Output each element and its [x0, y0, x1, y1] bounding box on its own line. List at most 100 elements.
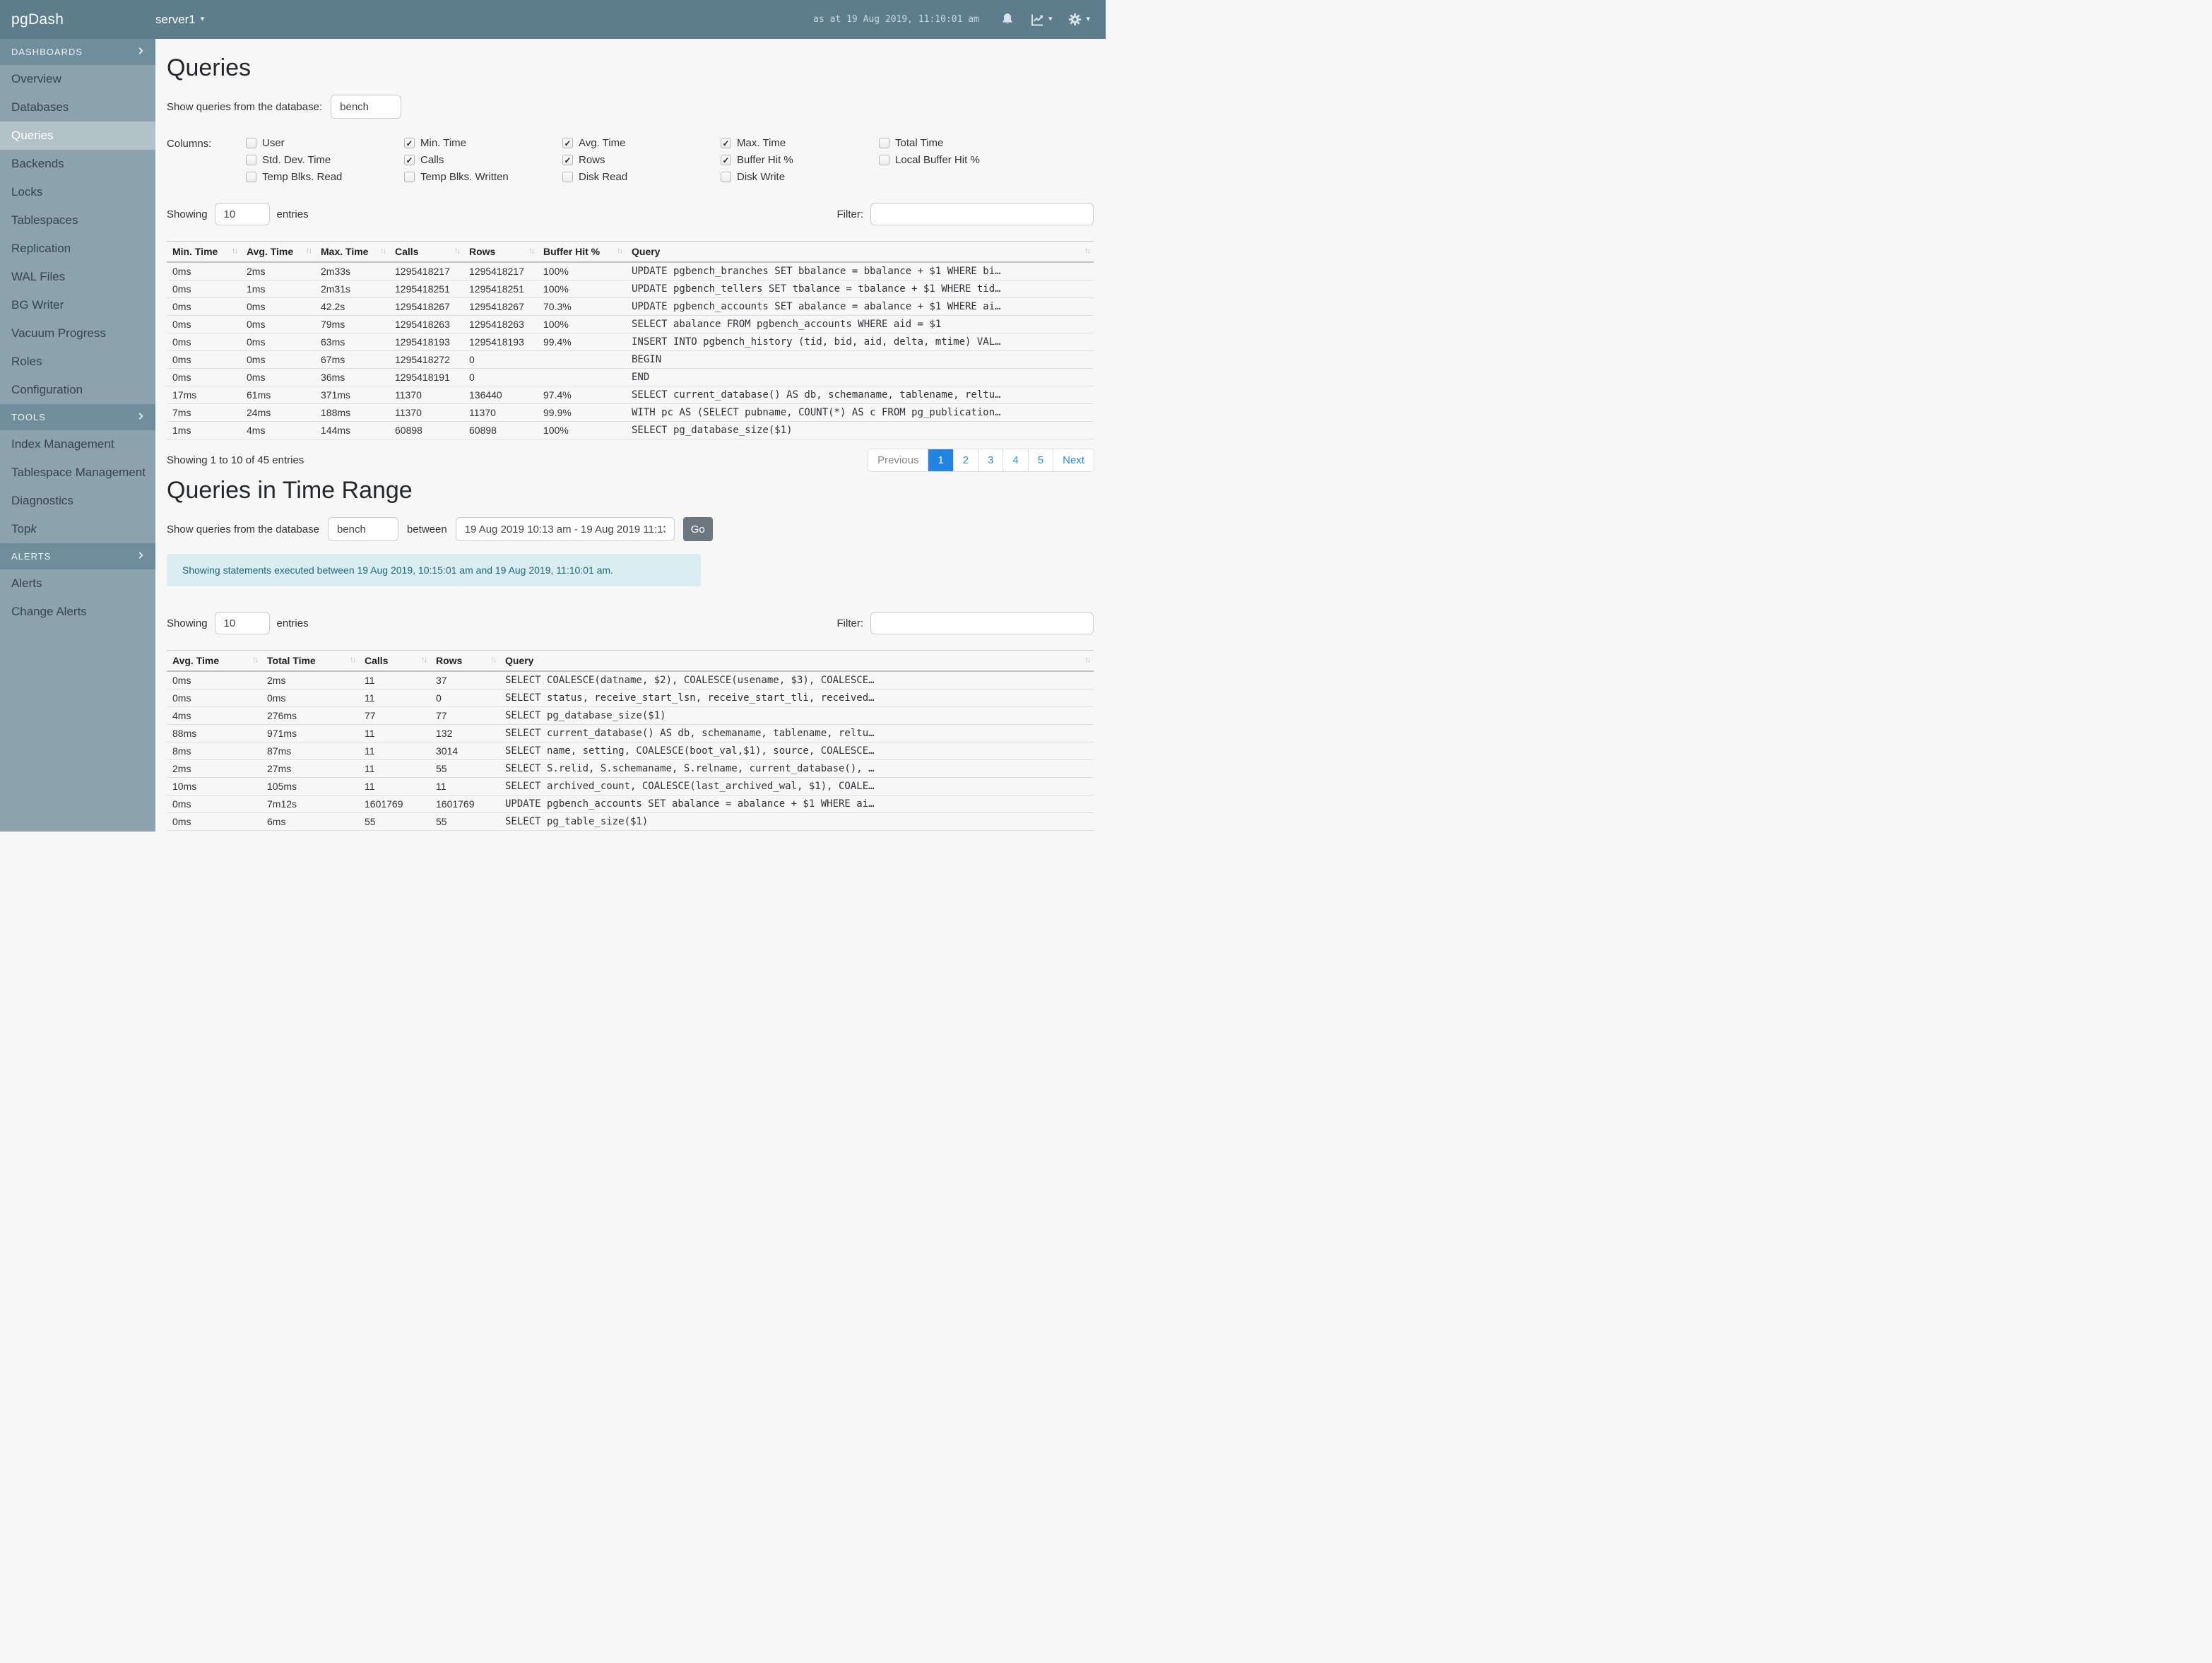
query-link[interactable]: UPDATE pgbench_accounts SET abalance = a…: [626, 297, 1094, 316]
column-header-calls[interactable]: Calls ↑↓: [389, 241, 463, 263]
sidebar-item-index-management[interactable]: Index Management: [0, 430, 155, 458]
checkbox-checked-icon: ✓: [562, 155, 573, 165]
pagination-page-4[interactable]: 4: [1003, 449, 1029, 471]
showing-label: Showing: [167, 617, 208, 629]
column-header-total-time[interactable]: Total Time ↑↓: [261, 650, 359, 672]
sidebar-item-change-alerts[interactable]: Change Alerts: [0, 598, 155, 626]
pagination-page-5[interactable]: 5: [1028, 449, 1054, 471]
query-link[interactable]: BEGIN: [626, 350, 1094, 369]
column-header-rows[interactable]: Rows ↑↓: [463, 241, 538, 263]
settings-menu-button[interactable]: ▾: [1067, 12, 1090, 27]
column-header-avg-time[interactable]: Avg. Time ↑↓: [167, 650, 261, 672]
query-link[interactable]: SELECT current_database() AS db, scheman…: [626, 386, 1094, 404]
go-button[interactable]: Go: [682, 517, 713, 541]
query-link[interactable]: SELECT current_database() AS db, scheman…: [499, 724, 1094, 742]
sidebar-item-alerts[interactable]: Alerts: [0, 569, 155, 598]
pagination-page-1[interactable]: 1: [928, 449, 954, 471]
checkbox-calls[interactable]: ✓ Calls: [404, 154, 562, 166]
sidebar-item-bg-writer[interactable]: BG Writer: [0, 291, 155, 319]
query-link[interactable]: SELECT pg_database_size($1): [626, 421, 1094, 439]
checkbox-temp-blks-read[interactable]: Temp Blks. Read: [246, 171, 404, 183]
buffer-hit-cell: 100%: [538, 262, 626, 280]
filter-input-2[interactable]: [870, 612, 1094, 634]
sidebar-item-diagnostics[interactable]: Diagnostics: [0, 487, 155, 515]
checkbox-max-time[interactable]: ✓ Max. Time: [721, 137, 879, 149]
checkbox-buffer-hit[interactable]: ✓ Buffer Hit %: [721, 154, 879, 166]
sidebar-section-alerts[interactable]: ALERTS: [0, 543, 155, 569]
sidebar-item-configuration[interactable]: Configuration: [0, 376, 155, 404]
table-header-row: Avg. Time ↑↓ Total Time ↑↓ Calls ↑↓ Rows ↑↓ …: [167, 650, 1094, 672]
brand-logo[interactable]: pgDash: [0, 11, 155, 28]
checkbox-temp-blks-written[interactable]: Temp Blks. Written: [404, 171, 562, 183]
query-link[interactable]: SELECT status, receive_start_lsn, receiv…: [499, 689, 1094, 707]
query-link[interactable]: WITH pc AS (SELECT pubname, COUNT(*) AS …: [626, 403, 1094, 422]
column-header-avg-time[interactable]: Avg. Time ↑↓: [241, 241, 315, 263]
column-header-max-time[interactable]: Max. Time ↑↓: [315, 241, 389, 263]
server-selector[interactable]: server1 ▾: [155, 13, 204, 27]
query-link[interactable]: SELECT archived_count, COALESCE(last_arc…: [499, 777, 1094, 795]
database-input[interactable]: [331, 95, 402, 119]
checkbox-disk-write[interactable]: Disk Write: [721, 171, 879, 183]
date-range-input[interactable]: [455, 517, 675, 541]
query-link[interactable]: UPDATE pgbench_tellers SET tbalance = tb…: [626, 280, 1094, 298]
buffer-hit-cell: [538, 368, 626, 386]
column-header-query[interactable]: Query ↑↓: [499, 650, 1094, 672]
query-link[interactable]: UPDATE pgbench_branches SET bbalance = b…: [626, 262, 1094, 280]
pagination-next[interactable]: Next: [1053, 449, 1094, 471]
sort-icon: ↑↓: [350, 656, 356, 664]
query-link[interactable]: SELECT checkpoints_timed, checkpoints_re…: [499, 830, 1094, 832]
pagination-page-3[interactable]: 3: [978, 449, 1004, 471]
max-time-cell: 79ms: [315, 315, 389, 333]
checkbox-user[interactable]: User: [246, 137, 404, 149]
sidebar-item-roles[interactable]: Roles: [0, 348, 155, 376]
entries-count-input-2[interactable]: [214, 612, 270, 634]
database-input-2[interactable]: [327, 517, 398, 541]
sidebar-item-tablespaces[interactable]: Tablespaces: [0, 206, 155, 235]
sidebar-item-replication[interactable]: Replication: [0, 235, 155, 263]
sidebar-item-wal-files[interactable]: WAL Files: [0, 263, 155, 291]
sidebar-item-tablespace-management[interactable]: Tablespace Management: [0, 458, 155, 487]
query-link[interactable]: SELECT S.relid, S.schemaname, S.relname,…: [499, 759, 1094, 778]
sidebar-section-dashboards[interactable]: DASHBOARDS: [0, 39, 155, 65]
sidebar-item-vacuum-progress[interactable]: Vacuum Progress: [0, 319, 155, 348]
query-link[interactable]: SELECT COALESCE(datname, $2), COALESCE(u…: [499, 671, 1094, 690]
query-link[interactable]: SELECT name, setting, COALESCE(boot_val,…: [499, 742, 1094, 760]
sidebar-item-backends[interactable]: Backends: [0, 150, 155, 178]
query-link[interactable]: END: [626, 368, 1094, 386]
checkbox-local-buffer-hit[interactable]: Local Buffer Hit %: [879, 154, 1037, 166]
sidebar-item-overview[interactable]: Overview: [0, 65, 155, 93]
table-row: 10ms 105ms 11 11 SELECT archived_count, COAL…: [167, 777, 1094, 795]
sidebar-item-queries[interactable]: Queries: [0, 122, 155, 150]
sidebar-item-locks[interactable]: Locks: [0, 178, 155, 206]
columns-chooser: Columns: User Std. Dev. Time Temp Blks. …: [167, 137, 1094, 183]
rows-cell: 77: [430, 706, 499, 725]
query-link[interactable]: SELECT pg_database_size($1): [499, 706, 1094, 725]
column-header-calls[interactable]: Calls ↑↓: [359, 650, 430, 672]
sidebar-item-top-k[interactable]: Top k: [0, 515, 155, 543]
column-header-rows[interactable]: Rows ↑↓: [430, 650, 499, 672]
buffer-hit-cell: 97.4%: [538, 386, 626, 404]
query-link[interactable]: INSERT INTO pgbench_history (tid, bid, a…: [626, 333, 1094, 351]
charts-menu-button[interactable]: ▾: [1030, 13, 1052, 27]
rows-cell: 1295418193: [463, 333, 538, 351]
column-header-query[interactable]: Query ↑↓: [626, 241, 1094, 263]
database-select-label: Show queries from the database:: [167, 100, 323, 113]
checkbox-std-dev-time[interactable]: Std. Dev. Time: [246, 154, 404, 166]
entries-count-input[interactable]: [214, 203, 270, 225]
query-link[interactable]: SELECT abalance FROM pgbench_accounts WH…: [626, 315, 1094, 333]
column-header-min-time[interactable]: Min. Time ↑↓: [167, 241, 241, 263]
filter-input[interactable]: [870, 203, 1094, 225]
checkbox-min-time[interactable]: ✓ Min. Time: [404, 137, 562, 149]
column-header-buffer-hit[interactable]: Buffer Hit % ↑↓: [538, 241, 626, 263]
sidebar-item-databases[interactable]: Databases: [0, 93, 155, 122]
query-link[interactable]: SELECT pg_table_size($1): [499, 812, 1094, 831]
query-link[interactable]: UPDATE pgbench_accounts SET abalance = a…: [499, 795, 1094, 813]
checkbox-rows[interactable]: ✓ Rows: [562, 154, 721, 166]
checkbox-avg-time[interactable]: ✓ Avg. Time: [562, 137, 721, 149]
sidebar-section-tools[interactable]: TOOLS: [0, 404, 155, 430]
checkbox-disk-read[interactable]: Disk Read: [562, 171, 721, 183]
pagination-page-2[interactable]: 2: [953, 449, 979, 471]
notifications-button[interactable]: [1000, 12, 1015, 27]
checkbox-total-time[interactable]: Total Time: [879, 137, 1037, 149]
pagination-previous[interactable]: Previous: [868, 449, 929, 471]
